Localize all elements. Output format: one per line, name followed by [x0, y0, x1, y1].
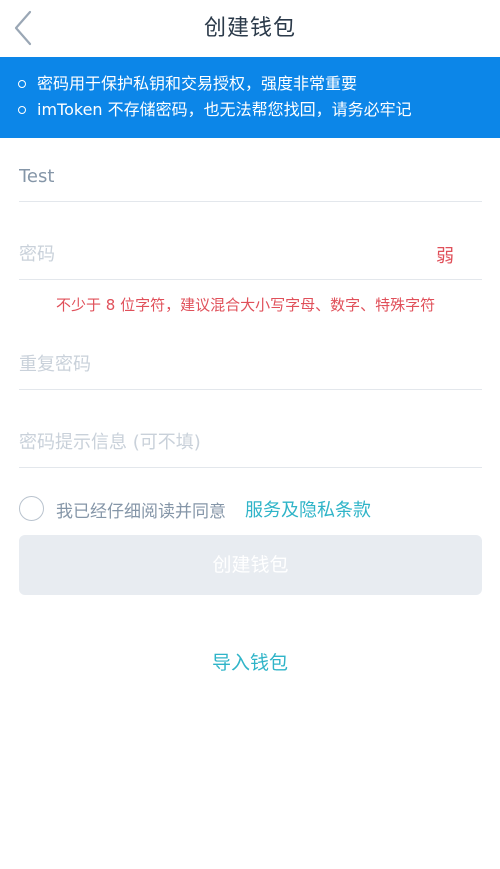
password-tip-input[interactable] [19, 412, 482, 472]
divider [19, 467, 482, 468]
divider [19, 389, 482, 390]
bullet-icon [18, 80, 26, 88]
divider [19, 201, 482, 202]
password-tip-field-wrapper [19, 412, 482, 472]
agreement-text: 我已经仔细阅读并同意 [56, 502, 226, 522]
import-wallet-link[interactable]: 导入钱包 [0, 648, 500, 675]
notice-text: imToken 不存储密码，也无法帮您找回，请务必牢记 [37, 100, 412, 119]
notice-text: 密码用于保护私钥和交易授权，强度非常重要 [37, 74, 358, 93]
nav-bar: 创建钱包 [0, 0, 500, 57]
divider [19, 279, 482, 280]
notice-item: imToken 不存储密码，也无法帮您找回，请务必牢记 [0, 97, 500, 123]
page-title: 创建钱包 [203, 16, 296, 41]
password-requirement-text: 不少于 8 位字符，建议混合大小写字母、数字、特殊字符 [56, 296, 436, 314]
agreement-checkbox[interactable] [19, 496, 44, 521]
create-wallet-button[interactable]: 创建钱包 [19, 535, 482, 595]
create-wallet-page: 创建钱包 密码用于保护私钥和交易授权，强度非常重要 imToken 不存储密码，… [0, 0, 500, 869]
repeat-password-field-wrapper [19, 334, 482, 394]
password-strength-indicator: 弱 [436, 246, 454, 267]
agreement-row: 我已经仔细阅读并同意 服务及隐私条款 [19, 495, 489, 523]
password-input[interactable] [19, 224, 482, 284]
wallet-name-field-wrapper [19, 146, 482, 206]
password-field-wrapper [19, 224, 482, 284]
wallet-name-input[interactable] [19, 146, 482, 206]
notice-item: 密码用于保护私钥和交易授权，强度非常重要 [0, 71, 500, 97]
bullet-icon [18, 106, 26, 114]
security-notice-banner: 密码用于保护私钥和交易授权，强度非常重要 imToken 不存储密码，也无法帮您… [0, 57, 500, 138]
terms-link[interactable]: 服务及隐私条款 [245, 496, 371, 522]
repeat-password-input[interactable] [19, 334, 482, 394]
